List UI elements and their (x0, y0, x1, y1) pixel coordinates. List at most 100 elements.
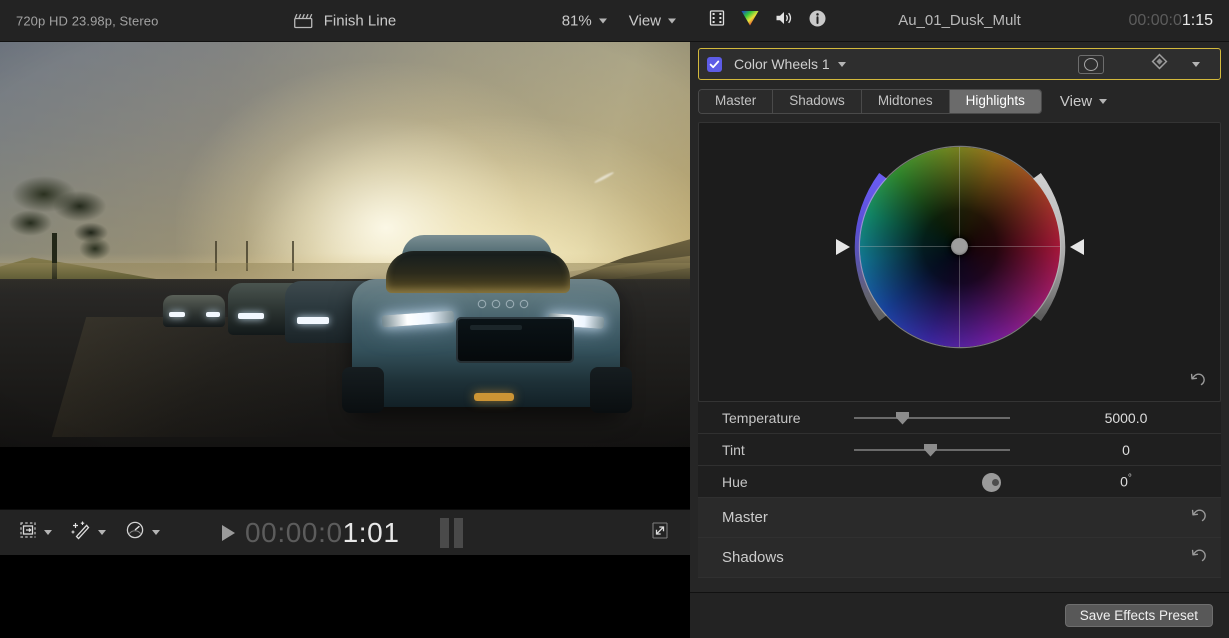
tint-value[interactable]: 0 (1031, 442, 1221, 458)
clip-format-info: 720p HD 23.98p, Stereo (16, 13, 158, 28)
parameter-rows: Temperature 5000.0 Tint 0 Hue (698, 402, 1221, 592)
enhancements-menu[interactable] (70, 520, 106, 545)
hue-value: 0 (1120, 474, 1128, 490)
color-triangle-icon[interactable] (740, 9, 760, 32)
hue-control[interactable] (854, 474, 1010, 490)
meter-bar (440, 518, 449, 548)
audio-meter-bars (440, 518, 463, 548)
video-frame (0, 42, 690, 447)
inspector-timecode: 00:00:01:15 (1128, 12, 1213, 30)
car-windshield (386, 251, 570, 293)
headlight (206, 312, 220, 317)
inspector-pane: Au_01_Dusk_Mult 00:00:01:15 Color Wheels… (690, 0, 1229, 638)
effect-name-label: Color Wheels 1 (734, 56, 830, 72)
chevron-down-icon (668, 18, 676, 23)
group-master[interactable]: Master (698, 498, 1221, 538)
inspector-bottom-bar: Save Effects Preset (690, 592, 1229, 638)
headlight-left (382, 311, 455, 328)
chevron-down-icon (152, 530, 160, 535)
tab-midtones[interactable]: Midtones (862, 90, 950, 113)
inspector-timecode-dim: 00:00:0 (1128, 12, 1181, 29)
final-cut-pro-window: 720p HD 23.98p, Stereo Finish Line 81% V… (0, 0, 1229, 638)
viewer-title-group: Finish Line (294, 12, 397, 29)
reset-arrow-icon[interactable] (1190, 507, 1207, 529)
expand-arrows-icon (650, 527, 670, 544)
group-shadows[interactable]: Shadows (698, 538, 1221, 578)
hue-label: Hue (722, 474, 854, 490)
chevron-down-icon (98, 530, 106, 535)
reset-arrow-icon[interactable] (1189, 371, 1206, 393)
degree-unit: ° (1128, 473, 1132, 484)
zoom-level-label: 81% (562, 12, 592, 29)
tint-slider[interactable] (854, 442, 1010, 458)
playhead-timecode[interactable]: 00:00:01:01 (222, 517, 400, 549)
crop-transform-icon (18, 520, 38, 545)
speaker-icon[interactable] (774, 9, 794, 32)
color-wheel-puck[interactable] (951, 238, 968, 255)
transform-tool-menu[interactable] (18, 520, 52, 545)
inspector-view-label: View (1060, 93, 1092, 110)
info-icon[interactable] (808, 9, 827, 33)
car-foreground-audi-r8 (352, 279, 620, 407)
chevron-down-icon (599, 18, 607, 23)
color-wheel-panel (698, 122, 1221, 402)
tab-shadows[interactable]: Shadows (773, 90, 862, 113)
wheel-left (342, 367, 384, 413)
temperature-slider[interactable] (854, 410, 1010, 426)
headlight (238, 313, 264, 319)
viewer-view-label: View (629, 12, 661, 29)
video-canvas[interactable] (0, 42, 690, 509)
timecode-readout: 00:00:01:01 (245, 517, 400, 549)
wheel-right (590, 367, 632, 413)
brightness-arc-handle[interactable] (1070, 239, 1084, 255)
viewer-view-menu[interactable]: View (629, 12, 676, 29)
highlights-color-wheel[interactable] (824, 138, 1096, 386)
effect-enable-checkbox[interactable] (707, 57, 722, 72)
project-title: Finish Line (324, 12, 397, 29)
viewer-bottom-toolbar: 00:00:01:01 (0, 509, 690, 555)
reset-arrow-icon[interactable] (1190, 547, 1207, 569)
zoom-level-menu[interactable]: 81% (562, 12, 607, 29)
hue-dial[interactable] (982, 473, 1001, 492)
clapperboard-icon (294, 13, 314, 29)
retime-speedometer-icon (124, 520, 146, 545)
tab-master[interactable]: Master (699, 90, 773, 113)
row-temperature: Temperature 5000.0 (698, 402, 1221, 434)
temperature-value[interactable]: 5000.0 (1031, 410, 1221, 426)
shadows-group-label: Shadows (722, 549, 784, 566)
row-hue: Hue 0° (698, 466, 1221, 498)
viewer-top-toolbar: 720p HD 23.98p, Stereo Finish Line 81% V… (0, 0, 690, 42)
car-distant (163, 295, 225, 327)
slider-knob[interactable] (896, 412, 909, 425)
chevron-down-icon[interactable] (1192, 62, 1200, 67)
tab-highlights[interactable]: Highlights (950, 90, 1041, 113)
mask-ring (1084, 58, 1098, 71)
inspector-view-menu[interactable]: View (1060, 93, 1107, 110)
master-group-label: Master (722, 509, 768, 526)
audi-rings-badge (476, 299, 530, 310)
viewer-top-right-controls: 81% View (562, 12, 676, 29)
segmented-control: Master Shadows Midtones Highlights (698, 89, 1042, 114)
inspector-timecode-lit: 1:15 (1182, 12, 1213, 29)
saturation-arc-handle[interactable] (836, 239, 850, 255)
hue-value-group[interactable]: 0° (1031, 473, 1221, 490)
effect-header-row[interactable]: Color Wheels 1 (698, 48, 1221, 80)
slider-knob[interactable] (924, 444, 937, 457)
film-strip-icon[interactable] (708, 9, 726, 32)
chevron-down-icon[interactable] (838, 62, 846, 67)
magic-wand-icon (70, 520, 92, 545)
retime-menu[interactable] (124, 520, 160, 545)
mask-shape-icon[interactable] (1078, 55, 1104, 74)
chevron-down-icon (1099, 99, 1107, 104)
slider-track (854, 417, 1010, 419)
meter-bar (454, 518, 463, 548)
keyframe-diamond-icon[interactable] (1151, 53, 1168, 75)
row-tint: Tint 0 (698, 434, 1221, 466)
temperature-label: Temperature (722, 410, 854, 426)
tint-label: Tint (722, 442, 854, 458)
headlight (297, 317, 329, 324)
inspector-tab-icons (708, 9, 827, 33)
save-effects-preset-button[interactable]: Save Effects Preset (1065, 604, 1213, 627)
expand-fullscreen-button[interactable] (650, 520, 670, 545)
color-range-tabs: Master Shadows Midtones Highlights View (690, 84, 1229, 118)
